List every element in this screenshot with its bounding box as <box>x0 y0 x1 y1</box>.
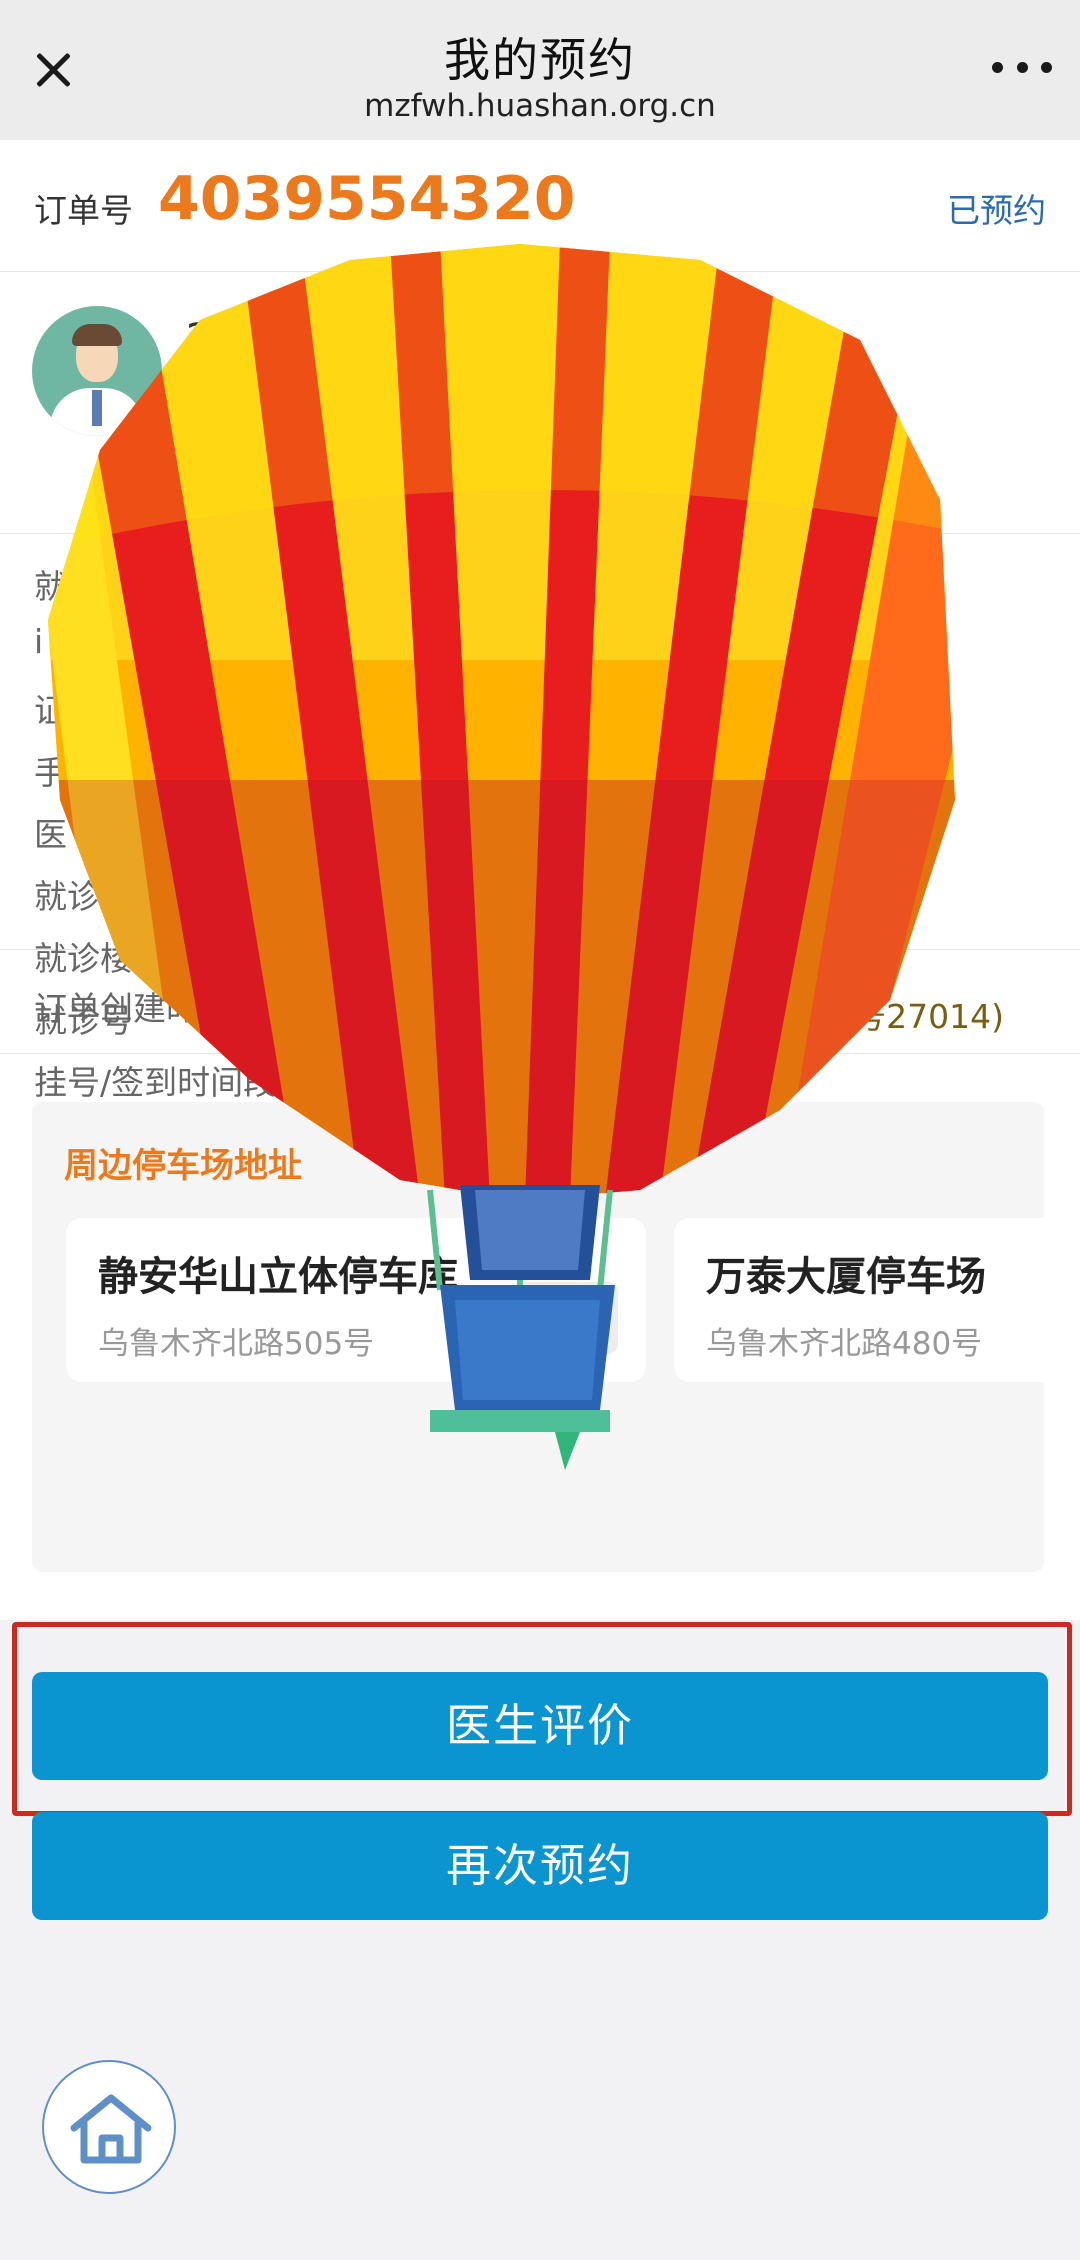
info-label: 挂号/签到时间段 <box>34 1063 277 1102</box>
parking-lot-name: 万泰大厦停车场 <box>706 1254 986 1300</box>
info-label: 医 <box>34 815 67 854</box>
info-label: i <box>34 622 44 661</box>
info-label: 就诊 <box>34 877 100 916</box>
status-badge: 已预约 <box>947 191 1046 230</box>
doctor-row[interactable]: 2 <box>0 272 1080 534</box>
parking-title: 周边停车场地址 <box>64 1146 302 1186</box>
page-url: mzfwh.huashan.org.cn <box>364 88 716 124</box>
home-icon <box>70 2094 152 2164</box>
info-label: 证 <box>34 691 67 730</box>
created-time-value-start: 20 <box>376 980 421 1020</box>
more-icon[interactable] <box>992 62 1052 78</box>
navigate-icon[interactable] <box>514 1282 618 1354</box>
doctor-avatar <box>32 306 162 436</box>
appointment-info-list: 就 i 证 手 医 就诊 就诊楼 就诊号 挂号/签到时间段 就诊号27014) <box>0 534 1080 1102</box>
parking-lot-card[interactable]: 万泰大厦停车场 乌鲁木齐北路480号 <box>674 1218 1044 1382</box>
page-title: 我的预约 <box>444 33 636 87</box>
doctor-review-button[interactable]: 医生评价 <box>32 1672 1048 1780</box>
order-row: 订单号 4039554320 已预约 <box>0 140 1080 272</box>
created-time-label: 订单创建时间 <box>34 989 232 1028</box>
created-time-value-end: 00:15 <box>640 980 741 1020</box>
parking-section: 周边停车场地址 静安华山立体停车库 乌鲁木齐北路505号 万泰大厦停车场 乌鲁木… <box>32 1102 1044 1572</box>
parking-lot-address: 乌鲁木齐北路480号 <box>706 1326 983 1362</box>
parking-lot-card[interactable]: 静安华山立体停车库 乌鲁木齐北路505号 <box>66 1218 646 1382</box>
doctor-name: 2 <box>186 316 212 362</box>
info-label: 手 <box>34 753 67 792</box>
order-number-label: 订单号 <box>34 191 133 230</box>
home-button[interactable] <box>42 2060 176 2194</box>
order-number: 4039554320 <box>158 164 576 234</box>
info-label: 就 <box>34 567 67 606</box>
rebook-button[interactable]: 再次预约 <box>32 1812 1048 1920</box>
created-time-row: 订单创建时间 20 00:15 <box>0 950 1080 1054</box>
top-nav-bar: 我的预约 mzfwh.huashan.org.cn <box>0 0 1080 140</box>
